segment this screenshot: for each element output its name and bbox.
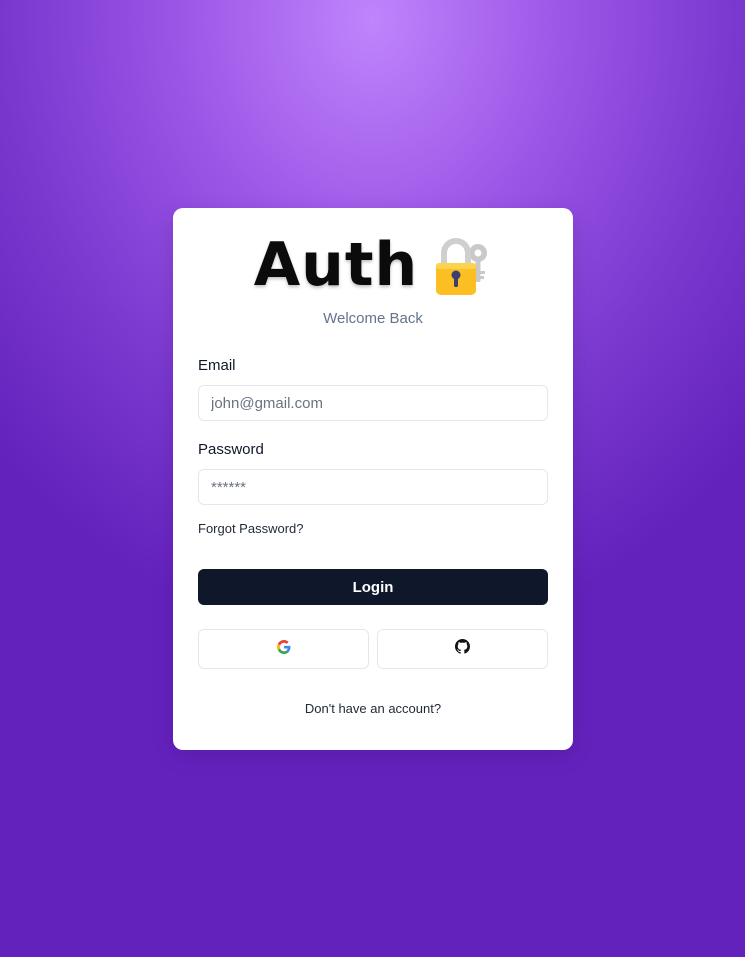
password-input[interactable] (198, 469, 548, 505)
email-input[interactable] (198, 385, 548, 421)
brand-title: Auth (253, 230, 419, 300)
email-label: Email (198, 357, 236, 374)
brand-header: Auth (173, 230, 573, 300)
password-label: Password (198, 441, 264, 458)
lock-with-key-icon (430, 233, 492, 297)
login-card: Auth Welcome Back Email Password (173, 208, 573, 750)
welcome-subtitle: Welcome Back (323, 310, 423, 327)
github-signin-button[interactable] (377, 629, 548, 669)
google-icon (276, 639, 291, 659)
signup-link[interactable]: Don't have an account? (173, 701, 573, 716)
google-signin-button[interactable] (198, 629, 369, 669)
github-icon (455, 639, 470, 659)
login-button[interactable]: Login (198, 569, 548, 605)
forgot-password-link[interactable]: Forgot Password? (198, 521, 304, 536)
